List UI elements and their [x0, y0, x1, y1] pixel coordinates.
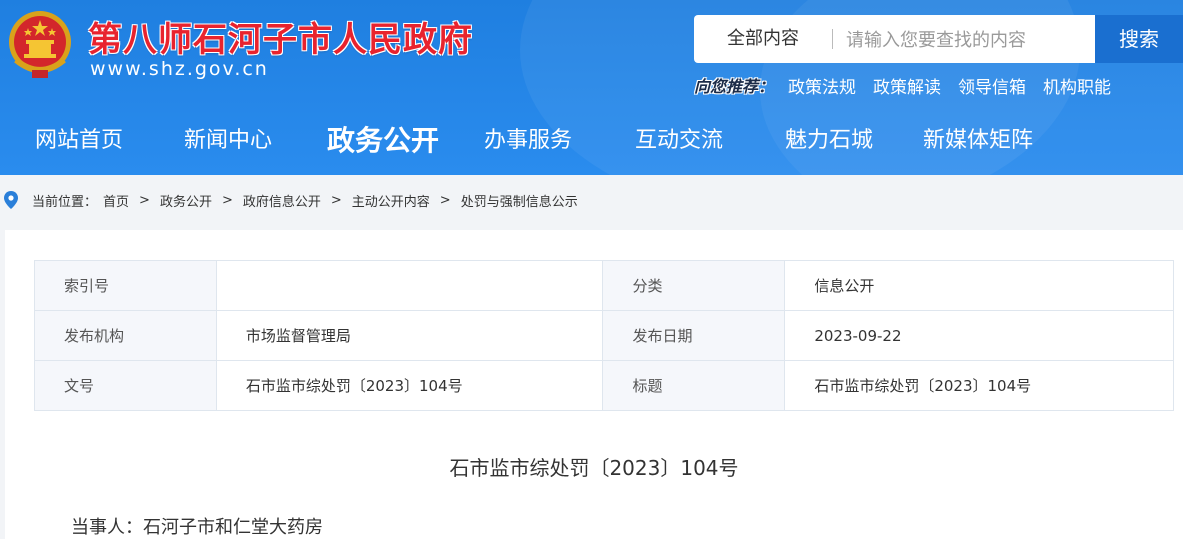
nav-item-new-media[interactable]: 新媒体矩阵 — [923, 111, 1033, 175]
document-meta-table: 索引号 分类 信息公开 发布机构 市场监督管理局 发布日期 2023-09-22… — [34, 260, 1174, 411]
meta-value: 2023-09-22 — [784, 310, 1174, 361]
site-url: www.shz.gov.cn — [90, 58, 269, 80]
recommend-link-policy[interactable]: 政策法规 — [788, 73, 856, 98]
nav-item-news[interactable]: 新闻中心 — [184, 111, 272, 175]
site-title[interactable]: 第八师石河子市人民政府 — [88, 12, 473, 61]
search-scope-select[interactable]: 全部内容 — [694, 15, 832, 63]
recommend-link-mailbox[interactable]: 领导信箱 — [958, 73, 1026, 98]
meta-value: 石市监市综处罚〔2023〕104号 — [784, 360, 1174, 411]
meta-key: 标题 — [602, 360, 786, 411]
article-panel: 索引号 分类 信息公开 发布机构 市场监督管理局 发布日期 2023-09-22… — [5, 230, 1183, 539]
breadcrumb-separator: > — [330, 192, 342, 208]
breadcrumb-item[interactable]: 政府信息公开 — [243, 191, 321, 210]
breadcrumb-item[interactable]: 主动公开内容 — [352, 191, 430, 210]
breadcrumb: 当前位置： 首页 > 政务公开 > 政府信息公开 > 主动公开内容 > 处罚与强… — [0, 186, 1183, 214]
meta-value: 信息公开 — [784, 260, 1174, 311]
main-nav: 网站首页 新闻中心 政务公开 办事服务 互动交流 魅力石城 新媒体矩阵 — [0, 111, 1183, 175]
divider — [832, 29, 833, 49]
search-bar: 全部内容 搜索 — [694, 15, 1183, 63]
meta-key: 分类 — [602, 260, 786, 311]
table-row: 发布机构 市场监督管理局 发布日期 2023-09-22 — [34, 310, 1174, 361]
recommend-link-functions[interactable]: 机构职能 — [1043, 73, 1111, 98]
breadcrumb-item[interactable]: 处罚与强制信息公示 — [461, 191, 578, 210]
nav-item-services[interactable]: 办事服务 — [484, 111, 572, 175]
breadcrumb-separator: > — [139, 192, 150, 208]
meta-value — [215, 260, 604, 311]
nav-item-charm-city[interactable]: 魅力石城 — [785, 111, 873, 175]
table-row: 文号 石市监市综处罚〔2023〕104号 标题 石市监市综处罚〔2023〕104… — [34, 360, 1174, 411]
meta-value: 石市监市综处罚〔2023〕104号 — [215, 360, 604, 411]
breadcrumb-item[interactable]: 政务公开 — [160, 191, 212, 210]
breadcrumb-label: 当前位置： — [32, 194, 98, 210]
nav-item-gov-affairs[interactable]: 政务公开 — [327, 111, 439, 175]
location-pin-icon — [4, 191, 18, 209]
meta-key: 文号 — [34, 360, 217, 411]
document-title: 石市监市综处罚〔2023〕104号 — [449, 456, 739, 480]
nav-item-home[interactable]: 网站首页 — [35, 111, 123, 175]
site-header: 第八师石河子市人民政府 www.shz.gov.cn 全部内容 搜索 向您推荐：… — [0, 0, 1183, 175]
search-button[interactable]: 搜索 — [1095, 15, 1183, 63]
meta-key: 发布日期 — [602, 310, 786, 361]
search-input[interactable] — [844, 21, 1093, 59]
document-party: 当事人：石河子市和仁堂大药房 — [71, 517, 323, 538]
nav-item-interaction[interactable]: 互动交流 — [635, 111, 723, 175]
table-row: 索引号 分类 信息公开 — [34, 260, 1174, 311]
recommend-link-interpretation[interactable]: 政策解读 — [873, 73, 941, 98]
recommend-bar: 向您推荐： 政策法规 政策解读 领导信箱 机构职能 — [694, 72, 1128, 98]
meta-value: 市场监督管理局 — [215, 310, 604, 361]
breadcrumb-separator: > — [439, 192, 451, 208]
recommend-label: 向您推荐： — [694, 77, 775, 96]
breadcrumb-item[interactable]: 首页 — [103, 191, 129, 210]
breadcrumb-separator: > — [221, 192, 233, 208]
meta-key: 发布机构 — [34, 310, 217, 361]
national-emblem-icon[interactable] — [6, 6, 74, 82]
meta-key: 索引号 — [34, 260, 217, 311]
